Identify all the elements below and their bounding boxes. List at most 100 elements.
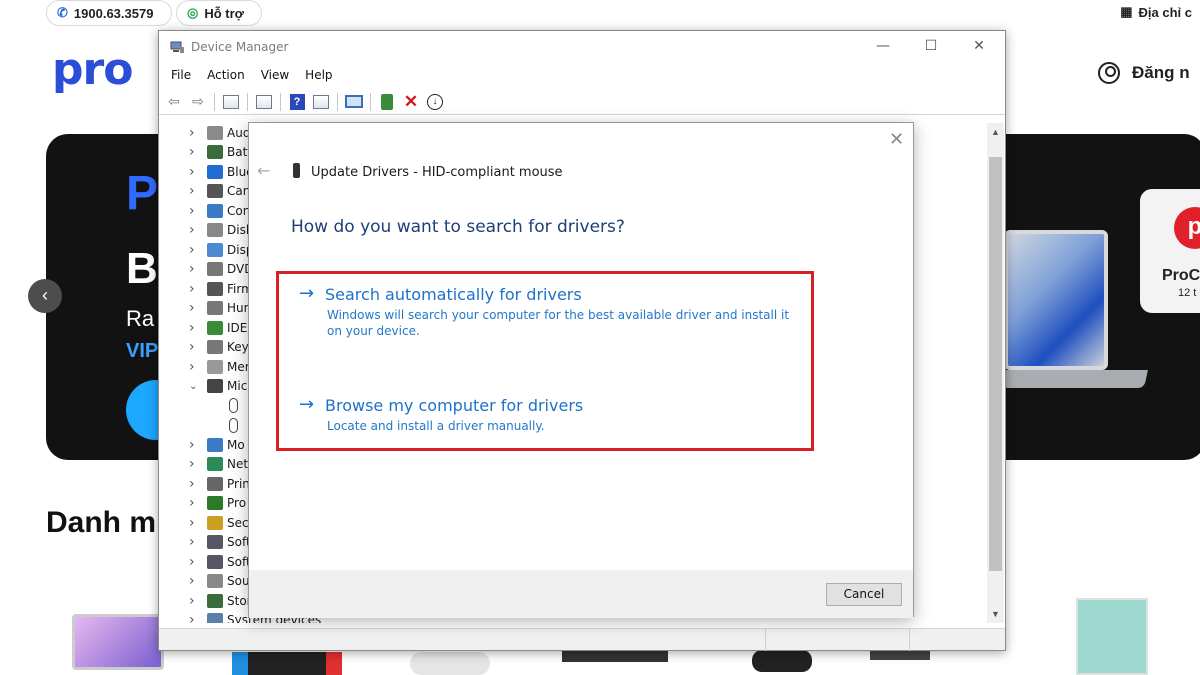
tree-category[interactable]: › Hum — [189, 299, 255, 319]
device-manager-titlebar[interactable]: Device Manager — ☐ ✕ — [159, 31, 1005, 63]
tree-category[interactable]: ⌄ Mic — [189, 377, 247, 397]
tree-category[interactable]: › Prin — [189, 474, 250, 494]
scan-hardware-button[interactable] — [343, 91, 365, 113]
tree-category[interactable]: › Aud — [189, 123, 250, 143]
uninstall-device-button[interactable]: ✕ — [400, 91, 422, 113]
tree-category[interactable]: › Net — [189, 455, 248, 475]
category-desk-thumb[interactable] — [870, 650, 930, 660]
chevron-right-icon[interactable]: › — [189, 281, 203, 297]
category-console-thumb[interactable] — [232, 652, 342, 675]
tree-category[interactable]: › Disk — [189, 221, 253, 241]
chevron-right-icon[interactable]: › — [189, 573, 203, 589]
banner-badge: p ProC 12 t — [1140, 189, 1200, 313]
tree-category[interactable]: › Blue — [189, 162, 254, 182]
category-keyboard-thumb[interactable] — [562, 650, 668, 662]
chevron-right-icon[interactable]: › — [189, 300, 203, 316]
login-link[interactable]: Đăng n — [1098, 62, 1190, 84]
device-tree-scrollbar[interactable]: ▲ ▼ — [987, 123, 1004, 623]
cancel-button[interactable]: Cancel — [826, 583, 902, 606]
show-hide-tree-button[interactable] — [220, 91, 242, 113]
chevron-down-icon[interactable]: ⌄ — [189, 381, 203, 392]
scroll-down-arrow-icon[interactable]: ▼ — [987, 609, 1004, 619]
chevron-right-icon[interactable]: › — [189, 495, 203, 511]
category-chair-thumb[interactable] — [752, 650, 812, 672]
chevron-right-icon[interactable]: › — [189, 515, 203, 531]
store-address-label: Địa chỉ c — [1138, 4, 1192, 20]
tree-category[interactable]: › Sou — [189, 572, 250, 592]
badge-title: ProC — [1162, 267, 1200, 284]
chevron-right-icon[interactable]: › — [189, 456, 203, 472]
dialog-close-icon[interactable]: ✕ — [889, 129, 904, 150]
tree-category[interactable]: › Pro — [189, 494, 246, 514]
category-cabinet-thumb[interactable] — [1076, 598, 1148, 675]
uninstall-x-icon: ✕ — [403, 92, 419, 111]
scroll-up-arrow-icon[interactable]: ▲ — [987, 127, 1004, 137]
toolbar: ⇦ ⇨ ? ✕ ↓ — [159, 89, 1005, 115]
menu-view[interactable]: View — [253, 65, 297, 87]
hid-icon — [207, 301, 223, 316]
category-laptop-thumb[interactable] — [72, 614, 164, 670]
monitor-scan-icon — [345, 95, 363, 108]
update-driver-button[interactable] — [376, 91, 398, 113]
tree-item-label: IDE — [227, 320, 248, 335]
category-vr-thumb[interactable] — [410, 652, 490, 675]
view-button[interactable] — [310, 91, 332, 113]
hotline-pill[interactable]: ✆ 1900.63.3579 — [46, 0, 172, 26]
help-button[interactable]: ? — [286, 91, 308, 113]
close-button[interactable]: ✕ — [955, 31, 1003, 63]
tree-category[interactable]: › Can — [189, 182, 250, 202]
chevron-right-icon[interactable]: › — [189, 593, 203, 609]
site-logo[interactable]: pro — [52, 44, 133, 95]
chevron-right-icon[interactable]: › — [189, 437, 203, 453]
chevron-right-icon[interactable]: › — [189, 222, 203, 238]
audio-icon — [207, 125, 223, 140]
chevron-right-icon[interactable]: › — [189, 242, 203, 258]
chevron-right-icon[interactable]: › — [189, 554, 203, 570]
chevron-right-icon[interactable]: › — [189, 144, 203, 160]
menu-file[interactable]: File — [163, 65, 199, 87]
maximize-button[interactable]: ☐ — [907, 31, 955, 63]
back-icon[interactable]: ⇦ — [163, 91, 185, 113]
tree-category[interactable]: › Mo — [189, 435, 245, 455]
tree-category[interactable]: › Con — [189, 201, 250, 221]
minimize-button[interactable]: — — [859, 31, 907, 63]
tree-category[interactable]: › Batt — [189, 143, 252, 163]
tree-child-device[interactable] — [225, 416, 242, 436]
disable-device-button[interactable]: ↓ — [424, 91, 446, 113]
tree-category[interactable]: › Sec — [189, 513, 249, 533]
system-icon — [207, 613, 223, 623]
tree-category[interactable]: › Firm — [189, 279, 253, 299]
chevron-right-icon[interactable]: › — [189, 125, 203, 141]
menu-help[interactable]: Help — [297, 65, 340, 87]
tree-category[interactable]: › Key — [189, 338, 249, 358]
tree-category[interactable]: › DVD — [189, 260, 253, 280]
support-pill[interactable]: ◎ Hỗ trợ — [176, 0, 262, 26]
chevron-right-icon[interactable]: › — [189, 261, 203, 277]
chevron-right-icon[interactable]: › — [189, 203, 203, 219]
chevron-right-icon[interactable]: › — [189, 320, 203, 336]
tree-category[interactable]: › Stor — [189, 591, 252, 611]
scrollbar-thumb[interactable] — [989, 157, 1002, 571]
chevron-right-icon[interactable]: › — [189, 183, 203, 199]
category-section-title: Danh m — [46, 506, 157, 539]
dialog-back-arrow-icon[interactable]: ← — [257, 161, 270, 180]
forward-icon[interactable]: ⇨ — [187, 91, 209, 113]
chevron-right-icon[interactable]: › — [189, 359, 203, 375]
chevron-right-icon[interactable]: › — [189, 164, 203, 180]
tree-category[interactable]: › Mer — [189, 357, 250, 377]
chevron-right-icon[interactable]: › — [189, 476, 203, 492]
tree-category[interactable]: › Disp — [189, 240, 253, 260]
tree-category[interactable]: › IDE — [189, 318, 247, 338]
tree-category[interactable]: › Soft — [189, 552, 251, 572]
tree-category[interactable]: › Soft — [189, 533, 251, 553]
menu-action[interactable]: Action — [199, 65, 253, 87]
chevron-right-icon[interactable]: › — [189, 612, 203, 623]
carousel-prev-button[interactable]: ‹ — [28, 279, 62, 313]
chevron-right-icon[interactable]: › — [189, 339, 203, 355]
toolbar-separator — [370, 92, 371, 111]
tree-item-label: Sec — [227, 515, 249, 530]
properties-button[interactable] — [253, 91, 275, 113]
tree-child-device[interactable] — [225, 396, 242, 416]
chevron-right-icon[interactable]: › — [189, 534, 203, 550]
store-address-link[interactable]: ▦ Địa chỉ c — [1120, 4, 1192, 20]
